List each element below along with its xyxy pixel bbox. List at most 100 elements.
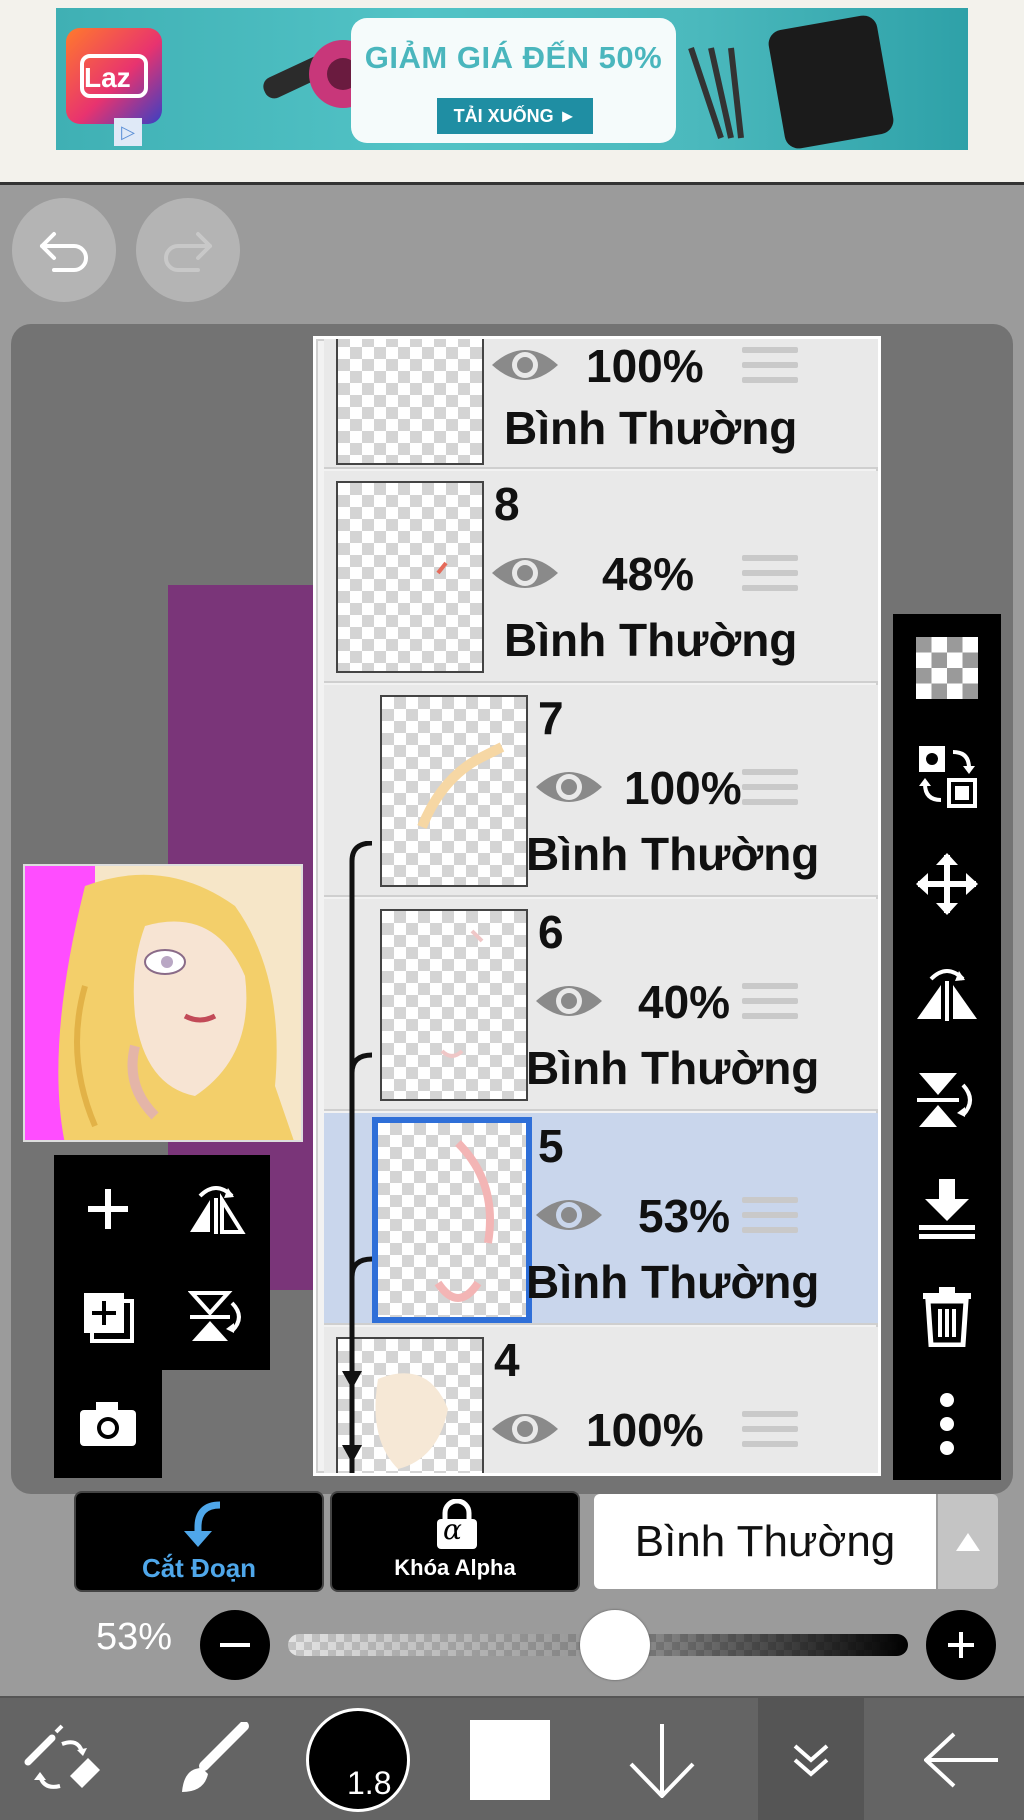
layer-opacity: 48% [602,548,695,600]
opacity-decrease-button[interactable] [200,1610,270,1680]
eye-icon[interactable] [532,1193,606,1237]
opacity-increase-button[interactable] [926,1610,996,1680]
scroll-down-button[interactable] [600,1698,724,1820]
flip-layer-horizontal-button[interactable] [162,1155,270,1263]
move-button[interactable] [893,830,1001,938]
flip-horizontal-icon [917,969,977,1021]
brush-tool-button[interactable] [150,1698,274,1820]
brush-icon [182,1722,249,1792]
clipping-button[interactable]: Cắt Đoạn [74,1491,324,1592]
color-swatch [470,1720,550,1800]
drag-handle-icon[interactable] [742,347,798,385]
clipping-icon [184,1501,221,1547]
ad-download-button[interactable]: TẢI XUỐNG ► [437,98,593,134]
back-button[interactable] [900,1698,1024,1820]
blend-mode-dropdown-button[interactable] [938,1494,998,1589]
layer-row[interactable]: 7 100% Bình Thường [324,685,878,897]
more-options-button[interactable] [893,1370,1001,1478]
copy-layer-button[interactable] [54,1263,162,1371]
artwork-preview-image [25,866,301,1140]
add-layer-button[interactable] [54,1155,162,1263]
layer-opacity: 53% [638,1190,731,1242]
cable-image [688,47,744,139]
merge-down-icon [919,1179,975,1239]
transparency-button[interactable] [893,614,1001,722]
duplicate-icon [84,1293,134,1343]
layer-row-selected[interactable]: 5 53% Bình Thường [324,1113,878,1325]
layer-blend-mode: Bình Thường [526,1256,820,1308]
layer-row[interactable]: 8 48% Bình Thường [324,471,878,683]
swap-layers-button[interactable] [893,722,1001,830]
layer-number: 8 [494,478,520,530]
eye-icon[interactable] [488,343,562,387]
redo-button[interactable] [136,198,240,302]
camera-icon [80,1402,136,1446]
move-icon [916,853,978,915]
undo-button[interactable] [12,198,116,302]
eye-icon[interactable] [488,1407,562,1451]
layer-blend-mode: Bình Thường [526,828,820,880]
ad-area: Laz GIẢM GIÁ ĐẾN 50% TẢI XUỐNG ► ✕ ▷ [0,0,1024,185]
chevron-up-icon [956,1532,980,1551]
flip-horizontal-icon [190,1186,246,1234]
ad-choices-icon[interactable]: ▷ [114,118,142,146]
alpha-lock-button[interactable]: α Khóa Alpha [330,1491,580,1592]
canvas-preview[interactable] [23,864,303,1142]
drag-handle-icon[interactable] [742,983,798,1021]
merge-down-button[interactable] [893,1154,1001,1262]
color-button[interactable] [448,1698,572,1820]
layer-blend-mode: Bình Thường [504,614,798,666]
flip-horizontal-button[interactable] [893,938,1001,1046]
drag-handle-icon[interactable] [742,1411,798,1449]
flip-vertical-button[interactable] [893,1046,1001,1154]
flip-layer-vertical-button[interactable] [162,1263,270,1371]
eye-icon[interactable] [488,551,562,595]
layer-opacity: 100% [624,762,742,814]
layer-thumbnail [380,909,528,1101]
brush-eraser-switch-icon [24,1724,100,1789]
delete-layer-button[interactable] [893,1262,1001,1370]
eye-icon[interactable] [532,765,606,809]
flip-vertical-icon [188,1291,241,1341]
layer-thumbnail [372,1117,532,1323]
more-vertical-icon [940,1393,954,1455]
alpha-lock-label: Khóa Alpha [394,1555,516,1580]
layer-number: 7 [538,692,564,744]
opacity-value-label: 53% [96,1616,173,1658]
opacity-slider-knob[interactable] [579,1610,650,1680]
drag-handle-icon[interactable] [742,769,798,807]
ad-center-card: GIẢM GIÁ ĐẾN 50% TẢI XUỐNG ► [351,18,676,143]
phone-image [766,13,896,150]
layer-blend-mode: Bình Thường [526,1042,820,1094]
eye-icon[interactable] [532,979,606,1023]
layer-opacity: 100% [586,340,704,392]
arrow-down-icon [629,1724,695,1798]
tool-switch-button[interactable] [0,1698,124,1820]
minus-icon [220,1643,250,1647]
brush-size-button[interactable]: 1.8 [300,1698,416,1820]
layer-list[interactable]: 100% Bình Thường 8 48% Bình Thường 7 100… [313,336,881,1476]
layer-row[interactable]: 100% Bình Thường [324,339,878,469]
clipping-label: Cắt Đoạn [141,1553,257,1583]
ad-banner[interactable]: Laz GIẢM GIÁ ĐẾN 50% TẢI XUỐNG ► ✕ ▷ [56,8,968,150]
drag-handle-icon[interactable] [742,1197,798,1235]
redo-icon [164,232,212,272]
checkerboard-icon [916,637,978,699]
layer-row[interactable]: 6 40% Bình Thường [324,899,878,1111]
lazada-logo: Laz [66,28,162,124]
layer-thumbnail [336,339,484,465]
swap-icon [919,746,977,808]
alpha-symbol: α [443,1513,462,1546]
layer-blend-mode: Bình Thường [504,402,798,454]
layer-number: 6 [538,906,564,958]
camera-button[interactable] [54,1370,162,1478]
right-tool-strip [893,614,1001,1480]
undo-icon [40,232,88,272]
plus-icon [948,1632,974,1658]
layer-row[interactable]: 4 100% [324,1327,878,1473]
brush-size-value: 1.8 [347,1765,392,1801]
trash-icon [923,1287,971,1347]
blend-mode-select[interactable]: Bình Thường [594,1494,936,1589]
layer-panel-toggle-button[interactable] [758,1698,864,1820]
drag-handle-icon[interactable] [742,555,798,593]
